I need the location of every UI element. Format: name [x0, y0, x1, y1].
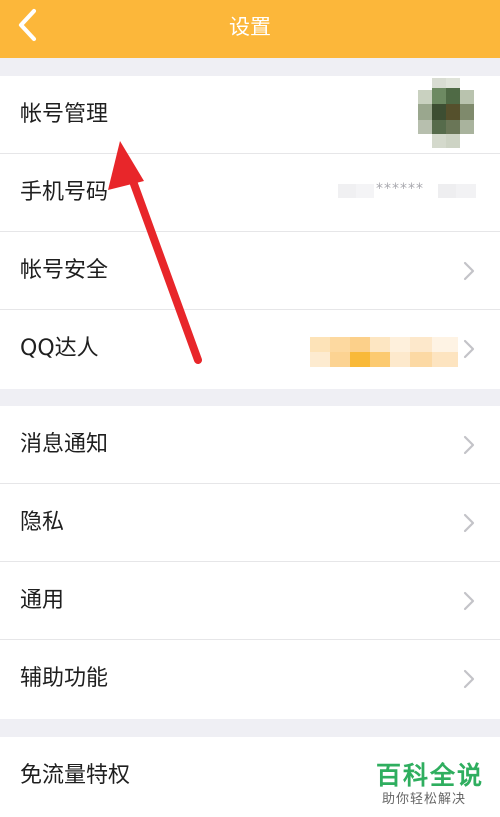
row-label: 隐私	[20, 510, 65, 535]
avatar	[418, 78, 474, 150]
row-label: 帐号管理	[20, 102, 109, 127]
chevron-right-icon	[463, 261, 475, 281]
chevron-left-icon	[18, 8, 37, 42]
watermark-title: 百科全说	[376, 762, 485, 790]
masked-phone-number: ******	[338, 178, 480, 204]
page-title: 设置	[229, 15, 271, 39]
row-notifications[interactable]: 消息通知	[0, 406, 500, 484]
baike-watermark: 百科全说 助你轻松解决	[368, 756, 492, 812]
watermark-subtitle: 助你轻松解决	[382, 792, 467, 807]
settings-screen: 设置 帐号管理 手机号码 帐号安全 QQ达人 消息通知 隐私 通用 辅助功能 免…	[0, 0, 500, 817]
settings-group-general: 消息通知 隐私 通用 辅助功能	[0, 406, 500, 719]
row-account-security[interactable]: 帐号安全	[0, 232, 500, 310]
row-label: 免流量特权	[20, 763, 131, 788]
row-label: QQ达人	[20, 336, 99, 361]
row-label: 手机号码	[20, 180, 109, 205]
qq-talent-badge	[310, 337, 458, 367]
chevron-right-icon	[463, 435, 475, 455]
row-accessibility[interactable]: 辅助功能	[0, 640, 500, 718]
row-privacy[interactable]: 隐私	[0, 484, 500, 562]
row-label: 帐号安全	[20, 258, 109, 283]
phone-masked-text: ******	[376, 181, 424, 197]
row-general[interactable]: 通用	[0, 562, 500, 640]
row-label: 消息通知	[20, 432, 109, 457]
chevron-right-icon	[463, 513, 475, 533]
chevron-right-icon	[463, 339, 475, 359]
chevron-right-icon	[463, 591, 475, 611]
back-button[interactable]	[0, 0, 64, 58]
row-label: 辅助功能	[20, 666, 109, 691]
navigation-bar: 设置	[0, 0, 500, 58]
chevron-right-icon	[463, 669, 475, 689]
row-label: 通用	[20, 588, 65, 613]
